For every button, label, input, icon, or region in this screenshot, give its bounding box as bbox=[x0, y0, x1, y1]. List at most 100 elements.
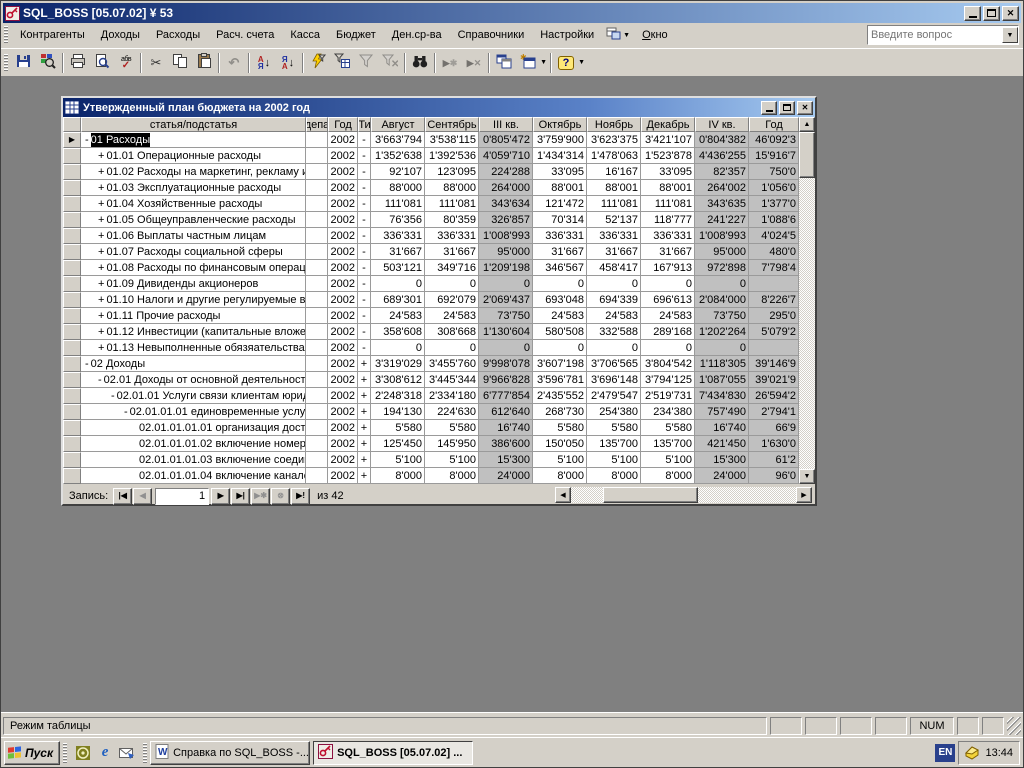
value-cell[interactable]: 31'667 bbox=[371, 244, 425, 260]
value-cell[interactable]: 145'950 bbox=[425, 436, 479, 452]
sort-asc-button[interactable]: АЯ↓ bbox=[252, 51, 276, 74]
value-cell[interactable]: 0 bbox=[695, 340, 749, 356]
outlook-icon[interactable] bbox=[118, 744, 136, 762]
current-record-input[interactable] bbox=[155, 488, 209, 505]
menu-item-10[interactable]: Окно bbox=[634, 26, 676, 44]
value-cell[interactable]: 503'121 bbox=[371, 260, 425, 276]
department-cell[interactable] bbox=[306, 452, 328, 468]
value-cell[interactable]: 5'580 bbox=[371, 420, 425, 436]
value-cell[interactable]: 31'667 bbox=[533, 244, 587, 260]
value-cell[interactable]: 241'227 bbox=[695, 212, 749, 228]
child-titlebar[interactable]: Утвержденный план бюджета на 2002 год ✕ bbox=[63, 98, 815, 117]
department-cell[interactable] bbox=[306, 388, 328, 404]
value-cell[interactable]: 9'966'828 bbox=[479, 372, 533, 388]
value-cell[interactable]: 224'288 bbox=[479, 164, 533, 180]
value-cell[interactable]: 0 bbox=[641, 340, 695, 356]
expand-indicator[interactable]: - bbox=[111, 389, 115, 403]
value-cell[interactable]: 1'478'063 bbox=[587, 148, 641, 164]
value-cell[interactable]: 5'580 bbox=[641, 420, 695, 436]
value-cell[interactable]: 194'130 bbox=[371, 404, 425, 420]
department-cell[interactable] bbox=[306, 372, 328, 388]
value-cell[interactable]: 73'750 bbox=[479, 308, 533, 324]
value-cell[interactable]: 123'095 bbox=[425, 164, 479, 180]
value-cell[interactable]: 0 bbox=[587, 340, 641, 356]
row-selector[interactable] bbox=[63, 436, 81, 452]
article-cell[interactable]: +01.07 Расходы социальной сферы bbox=[81, 244, 306, 260]
table-row[interactable]: +01.01 Операционные расходы2002-1'352'63… bbox=[63, 148, 799, 164]
value-cell[interactable]: 4'436'255 bbox=[695, 148, 749, 164]
value-cell[interactable]: 4'059'710 bbox=[479, 148, 533, 164]
type-cell[interactable]: - bbox=[358, 292, 371, 308]
department-cell[interactable] bbox=[306, 148, 328, 164]
row-selector[interactable] bbox=[63, 212, 81, 228]
value-cell[interactable]: 224'630 bbox=[425, 404, 479, 420]
value-cell[interactable]: 15'916'7 bbox=[749, 148, 799, 164]
value-cell[interactable]: 31'667 bbox=[425, 244, 479, 260]
value-cell[interactable]: 3'319'029 bbox=[371, 356, 425, 372]
value-cell[interactable]: 8'000 bbox=[371, 468, 425, 484]
row-selector[interactable] bbox=[63, 468, 81, 484]
row-selector[interactable] bbox=[63, 292, 81, 308]
department-cell[interactable] bbox=[306, 404, 328, 420]
article-cell[interactable]: +01.03 Эксплуатационные расходы bbox=[81, 180, 306, 196]
value-cell[interactable]: 16'740 bbox=[695, 420, 749, 436]
value-cell[interactable]: 336'331 bbox=[425, 228, 479, 244]
expand-indicator[interactable]: - bbox=[124, 405, 128, 419]
column-header-0[interactable] bbox=[63, 117, 81, 132]
close-button[interactable]: ✕ bbox=[1002, 6, 1019, 21]
value-cell[interactable]: 2'479'547 bbox=[587, 388, 641, 404]
type-cell[interactable]: - bbox=[358, 260, 371, 276]
expand-indicator[interactable]: - bbox=[98, 373, 102, 387]
value-cell[interactable]: 2'248'318 bbox=[371, 388, 425, 404]
expand-indicator[interactable]: + bbox=[98, 149, 104, 163]
table-row[interactable]: -02 Доходы2002+3'319'0293'455'7609'998'0… bbox=[63, 356, 799, 372]
value-cell[interactable]: 332'588 bbox=[587, 324, 641, 340]
value-cell[interactable]: 5'580 bbox=[587, 420, 641, 436]
filter-selection-button[interactable] bbox=[306, 51, 330, 74]
value-cell[interactable]: 1'209'198 bbox=[479, 260, 533, 276]
value-cell[interactable]: 7'798'4 bbox=[749, 260, 799, 276]
filter-form-button[interactable] bbox=[330, 51, 354, 74]
value-cell[interactable]: 692'079 bbox=[425, 292, 479, 308]
value-cell[interactable]: 289'168 bbox=[641, 324, 695, 340]
channel-icon[interactable] bbox=[74, 744, 92, 762]
column-header-3[interactable]: Год bbox=[328, 117, 358, 132]
year-cell[interactable]: 2002 bbox=[328, 196, 358, 212]
year-cell[interactable]: 2002 bbox=[328, 212, 358, 228]
value-cell[interactable]: 3'623'375 bbox=[587, 132, 641, 148]
row-selector[interactable]: ▶ bbox=[63, 132, 81, 148]
expand-indicator[interactable]: + bbox=[98, 293, 104, 307]
article-cell[interactable]: 02.01.01.01.03 включение соедин bbox=[81, 452, 306, 468]
value-cell[interactable]: 3'607'198 bbox=[533, 356, 587, 372]
value-cell[interactable]: 33'095 bbox=[533, 164, 587, 180]
value-cell[interactable]: 88'001 bbox=[533, 180, 587, 196]
ask-question-combo[interactable]: ▼ bbox=[867, 25, 1019, 45]
year-cell[interactable]: 2002 bbox=[328, 356, 358, 372]
value-cell[interactable]: 5'079'2 bbox=[749, 324, 799, 340]
value-cell[interactable]: 3'421'107 bbox=[641, 132, 695, 148]
row-selector[interactable] bbox=[63, 324, 81, 340]
value-cell[interactable]: 3'445'344 bbox=[425, 372, 479, 388]
toolbar-grip[interactable] bbox=[4, 54, 8, 72]
expand-indicator[interactable]: + bbox=[98, 229, 104, 243]
value-cell[interactable]: 125'450 bbox=[371, 436, 425, 452]
value-cell[interactable]: 2'794'1 bbox=[749, 404, 799, 420]
year-cell[interactable]: 2002 bbox=[328, 292, 358, 308]
value-cell[interactable]: 24'583 bbox=[371, 308, 425, 324]
value-cell[interactable]: 343'635 bbox=[695, 196, 749, 212]
expand-indicator[interactable]: - bbox=[85, 133, 89, 147]
value-cell[interactable]: 8'000 bbox=[533, 468, 587, 484]
year-cell[interactable]: 2002 bbox=[328, 148, 358, 164]
table-row[interactable]: +01.03 Эксплуатационные расходы2002-88'0… bbox=[63, 180, 799, 196]
value-cell[interactable]: 580'508 bbox=[533, 324, 587, 340]
menu-item-6[interactable]: Ден.ср-ва bbox=[384, 26, 450, 44]
department-cell[interactable] bbox=[306, 196, 328, 212]
column-header-2[interactable]: депа bbox=[306, 117, 328, 132]
menu-item-4[interactable]: Касса bbox=[282, 26, 328, 44]
article-cell[interactable]: +01.01 Операционные расходы bbox=[81, 148, 306, 164]
value-cell[interactable]: 4'024'5 bbox=[749, 228, 799, 244]
delete-record-button[interactable]: ▶✕ bbox=[462, 51, 486, 74]
type-cell[interactable]: + bbox=[358, 436, 371, 452]
value-cell[interactable]: 111'081 bbox=[641, 196, 695, 212]
value-cell[interactable]: 5'580 bbox=[425, 420, 479, 436]
